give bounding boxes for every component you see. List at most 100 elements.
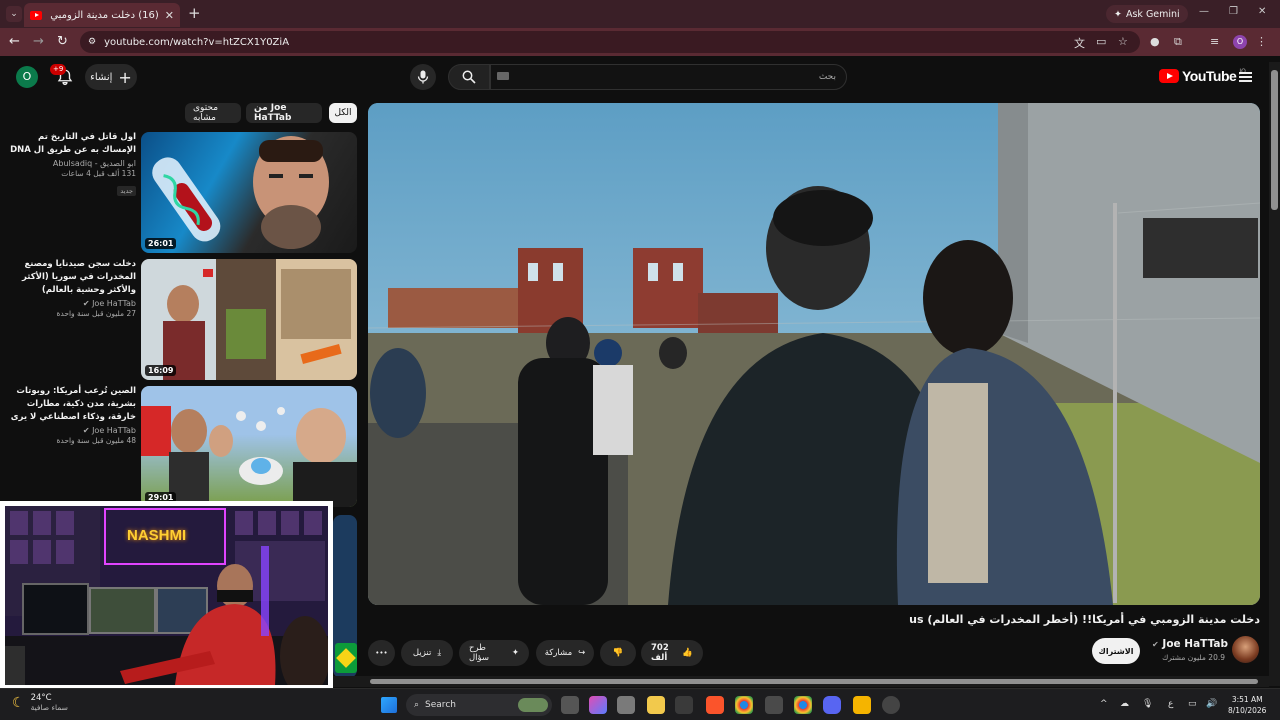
browser-menu-icon[interactable]: ⋮ <box>1256 35 1267 48</box>
more-actions-button[interactable]: ••• <box>368 640 395 666</box>
related-video-title[interactable]: اول قاتل في التاريخ تم الإمساك به عن طري… <box>6 131 136 157</box>
back-button[interactable]: ← <box>9 34 20 49</box>
extension-circle-icon[interactable]: ● <box>1150 35 1160 48</box>
taskbar-search[interactable]: ⌕ Search <box>406 694 552 716</box>
related-video-meta[interactable]: دخلت سجن صيدنايا ومصنع المخدرات في سوريا… <box>6 258 136 318</box>
related-video-meta[interactable]: اول قاتل في التاريخ تم الإمساك به عن طري… <box>6 131 136 197</box>
app-icon[interactable] <box>765 696 783 714</box>
related-video-channel[interactable]: Joe HaTTab ✔ <box>6 426 136 435</box>
chip-all[interactable]: الكل <box>329 103 357 123</box>
file-explorer-icon[interactable] <box>647 696 665 714</box>
discord-icon[interactable] <box>823 696 841 714</box>
chrome-icon[interactable] <box>735 696 753 714</box>
like-count: 702 ألف <box>651 643 669 663</box>
app-icon[interactable] <box>882 696 900 714</box>
related-video-title[interactable]: دخلت سجن صيدنايا ومصنع المخدرات في سوريا… <box>6 258 136 297</box>
reading-list-icon[interactable]: ≡ <box>1210 35 1219 48</box>
extensions-puzzle-icon[interactable]: ⧉ <box>1174 35 1182 49</box>
new-badge: جديد <box>117 186 136 196</box>
address-bar[interactable]: ⚙ youtube.com/watch?v=htZCX1Y0ZiA <box>80 31 1140 53</box>
youtube-play-logo-icon <box>1159 69 1179 83</box>
gemini-sparkle-icon: ✦ <box>1114 8 1122 20</box>
create-button[interactable]: إنشاء + <box>85 64 137 90</box>
chip-from-channel[interactable]: من Joe HaTTab <box>246 103 322 123</box>
chrome-active-icon[interactable] <box>794 696 812 714</box>
search-icon <box>462 70 476 84</box>
search-input[interactable]: بحث <box>490 64 847 90</box>
translate-icon[interactable]: 文 <box>1074 35 1085 51</box>
youtube-wordmark: YouTube <box>1182 68 1237 84</box>
dislike-button[interactable]: 👎 <box>600 640 636 666</box>
reload-button[interactable]: ↻ <box>57 34 68 49</box>
browser-profile-avatar[interactable]: O <box>1233 35 1247 49</box>
channel-name[interactable]: ✔ Joe HaTTab <box>1150 638 1228 650</box>
related-video-meta[interactable]: الصين تُرعب أمريكا: روبوتات بشرية، مدن ذ… <box>6 385 136 445</box>
related-video-channel[interactable]: Joe HaTTab ✔ <box>6 299 136 308</box>
maximize-window-button[interactable]: ❐ <box>1229 6 1238 17</box>
search-button[interactable] <box>448 64 490 90</box>
store-icon[interactable] <box>617 696 635 714</box>
share-button[interactable]: مشاركة ↪ <box>536 640 594 666</box>
minimize-window-button[interactable]: — <box>1199 6 1209 17</box>
related-video-title[interactable]: الصين تُرعب أمريكا: روبوتات بشرية، مدن ذ… <box>6 385 136 424</box>
ask-gemini-button[interactable]: ✦ Ask Gemini <box>1106 5 1188 23</box>
share-arrow-icon: ↪ <box>578 648 586 658</box>
bookmark-star-icon[interactable]: ☆ <box>1118 35 1128 48</box>
close-tab-icon[interactable]: ✕ <box>165 9 174 22</box>
related-video-channel[interactable]: ابو الصديق - Abulsadiq <box>6 159 136 168</box>
thumbs-up-icon: 👍 <box>682 648 693 658</box>
tray-overflow-icon[interactable]: ^ <box>1100 699 1108 709</box>
related-video-thumbnail[interactable]: 26:01 <box>141 132 357 253</box>
channel-name: Joe HaTTab <box>92 426 136 435</box>
close-window-button[interactable]: ✕ <box>1258 6 1266 17</box>
download-button[interactable]: تنزيل ⤓ <box>401 640 453 666</box>
task-view-icon[interactable] <box>561 696 579 714</box>
video-duration: 26:01 <box>145 238 177 249</box>
plus-icon: + <box>118 67 132 87</box>
weather-widget[interactable]: ☾ 24°C سماء صافية <box>12 693 68 712</box>
subscribe-button[interactable]: الاشتراك <box>1092 638 1140 664</box>
microphone-icon <box>417 70 429 84</box>
cast-icon[interactable]: ▭ <box>1096 35 1106 48</box>
ask-gemini-label: Ask Gemini <box>1125 8 1180 20</box>
page-vertical-scrollbar[interactable] <box>1269 62 1280 686</box>
brave-browser-icon[interactable] <box>706 696 724 714</box>
browser-tab-active[interactable]: (16) دخلت مدينة الزومبي في ✕ <box>24 3 180 27</box>
voice-search-button[interactable] <box>410 64 436 90</box>
windows-start-icon[interactable] <box>381 697 397 713</box>
video-player[interactable] <box>368 103 1260 605</box>
guide-menu-icon[interactable] <box>1239 72 1252 82</box>
input-language[interactable]: ع <box>1168 699 1173 709</box>
copilot-icon[interactable] <box>589 696 607 714</box>
volume-icon[interactable]: 🔊 <box>1206 699 1217 709</box>
app-icon[interactable] <box>675 696 693 714</box>
youtube-logo[interactable]: YouTube JO <box>1159 68 1246 84</box>
tab-title: (16) دخلت مدينة الزومبي في <box>48 9 159 21</box>
related-video-thumbnail[interactable]: 16:09 <box>141 259 357 380</box>
nashmi-neon-sign: NASHMI <box>127 527 187 544</box>
scrollbar-thumb[interactable] <box>1271 70 1278 210</box>
windows-taskbar: ☾ 24°C سماء صافية ⌕ Search ^ ☁ 🎙 ع ▭ 🔊 3… <box>0 688 1280 720</box>
site-info-icon[interactable]: ⚙ <box>88 37 96 47</box>
scrollbar-thumb[interactable] <box>370 679 1258 684</box>
verified-check-icon: ✔ <box>1152 640 1159 649</box>
keyboard-icon[interactable] <box>497 72 509 80</box>
channel-avatar[interactable] <box>1232 636 1259 663</box>
related-video-thumbnail[interactable] <box>333 515 357 678</box>
tray-mic-icon[interactable]: 🎙 <box>1142 699 1153 709</box>
account-avatar[interactable]: O <box>16 66 38 88</box>
network-icon[interactable]: ▭ <box>1188 699 1197 709</box>
like-button[interactable]: 702 ألف 👍 <box>641 640 703 666</box>
related-video-thumbnail[interactable]: 29:01 <box>141 386 357 507</box>
create-label: إنشاء <box>90 71 113 83</box>
app-icon[interactable] <box>853 696 871 714</box>
tab-search-button[interactable]: ⌄ <box>6 6 22 22</box>
chip-related[interactable]: محتوى مشابه <box>185 103 241 123</box>
search-icon: ⌕ <box>414 700 420 710</box>
tray-cloud-icon[interactable]: ☁ <box>1120 699 1129 709</box>
system-clock[interactable]: 3:51 AM 8/10/2026 <box>1228 694 1266 716</box>
forward-button[interactable]: → <box>33 34 44 49</box>
browser-tab-strip: ⌄ (16) دخلت مدينة الزومبي في ✕ + ✦ Ask G… <box>0 0 1280 28</box>
ask-button[interactable]: طرح سؤال ✦ <box>459 640 529 666</box>
new-tab-button[interactable]: + <box>188 4 201 22</box>
